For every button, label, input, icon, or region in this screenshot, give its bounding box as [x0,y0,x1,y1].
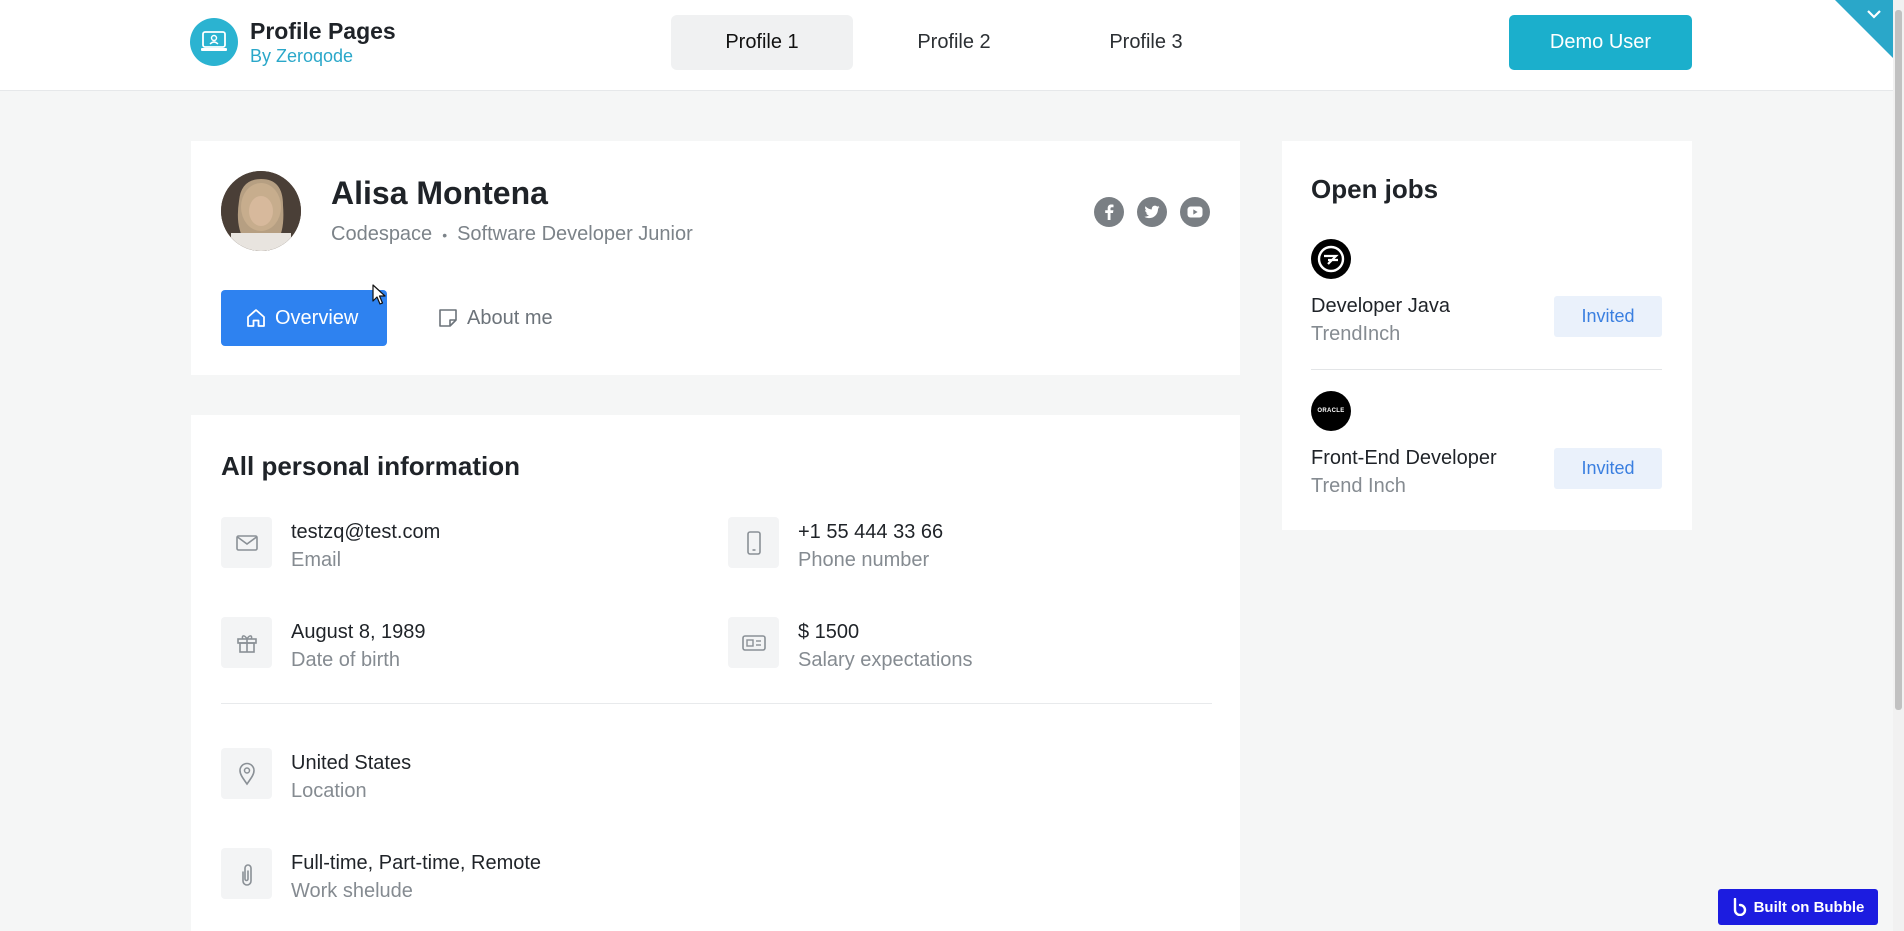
work-schedule-label: Work shelude [291,880,413,902]
tab-profile-1[interactable]: Profile 1 [671,15,853,70]
brand-subtitle: By Zeroqode [250,46,354,66]
info-phone: +1 55 444 33 66 Phone number [728,517,943,575]
laptop-icon [190,18,238,66]
section-title: All personal information [221,451,521,481]
email-label: Email [291,549,342,571]
job-item[interactable]: ORACLE Front-End Developer Trend Inch In… [1311,391,1662,501]
info-location: United States Location [221,748,411,806]
built-on-bubble-badge[interactable]: Built on Bubble [1718,889,1878,925]
scroll-thumb[interactable] [1895,10,1902,710]
status-badge[interactable]: Invited [1554,296,1662,337]
bubble-logo-icon [1733,898,1746,916]
info-birthdate: August 8, 1989 Date of birth [221,617,426,675]
trendinch-logo-icon [1311,239,1351,279]
job-item[interactable]: Developer Java TrendInch Invited [1311,239,1662,349]
personal-info-card: All personal information testzq@test.com… [191,415,1240,931]
birthdate-label: Date of birth [291,649,400,671]
separator: • [442,226,448,243]
home-icon [247,309,265,327]
mouse-cursor-icon [372,284,386,305]
brand-title: Profile Pages [250,18,396,44]
profile-card: Alisa Montena Codespace • Software Devel… [191,141,1240,375]
tab-about-me-label: About me [467,306,553,329]
tab-profile-3[interactable]: Profile 3 [1055,15,1237,70]
profile-company: Codespace [331,223,433,245]
open-jobs-card: Open jobs Developer Java TrendInch Invit… [1282,141,1692,530]
salary-label: Salary expectations [798,649,973,671]
phone-value: +1 55 444 33 66 [798,521,944,543]
social-links [1094,197,1223,227]
birthdate-value: August 8, 1989 [291,621,426,643]
location-label: Location [291,780,367,802]
profile-job-title: Software Developer Junior [457,223,693,245]
jobs-title: Open jobs [1311,174,1439,204]
avatar [221,171,301,251]
facebook-icon[interactable] [1094,197,1124,227]
job-divider [1311,369,1662,370]
youtube-icon[interactable] [1180,197,1210,227]
top-header: Profile Pages By Zeroqode Profile 1 Prof… [0,0,1893,91]
info-work-schedule: Full-time, Part-time, Remote Work shelud… [221,848,541,906]
phone-label: Phone number [798,549,930,571]
profile-name: Alisa Montena [331,175,548,211]
tab-profile-2[interactable]: Profile 2 [863,15,1045,70]
chevron-down-icon[interactable] [1864,4,1884,24]
page-scrollbar[interactable] [1893,0,1904,931]
bubble-badge-label: Built on Bubble [1753,898,1865,916]
email-value: testzq@test.com [291,521,441,543]
oracle-logo-text: ORACLE [1317,408,1345,414]
phone-icon [728,517,779,568]
gift-icon [221,617,272,668]
tab-about-me[interactable]: About me [387,290,553,346]
profile-role: Codespace • Software Developer Junior [331,223,693,246]
location-pin-icon [221,748,272,799]
info-salary: $ 1500 Salary expectations [728,617,973,675]
salary-value: $ 1500 [798,621,860,643]
profile-tabs: Overview About me [221,290,553,346]
demo-user-button[interactable]: Demo User [1509,15,1692,70]
tab-overview[interactable]: Overview [221,290,387,346]
brand[interactable]: Profile Pages By Zeroqode [190,17,396,67]
info-email: testzq@test.com Email [221,517,440,575]
note-icon [439,309,457,327]
work-schedule-value: Full-time, Part-time, Remote [291,852,542,874]
section-divider [221,703,1212,704]
profile-nav: Profile 1 Profile 2 Profile 3 [671,15,1247,70]
money-icon [728,617,779,668]
twitter-icon[interactable] [1137,197,1167,227]
mail-icon [221,517,272,568]
location-value: United States [291,752,412,774]
status-badge[interactable]: Invited [1554,448,1662,489]
oracle-logo-icon: ORACLE [1311,391,1351,431]
tab-overview-label: Overview [275,306,359,329]
clip-icon [221,848,272,899]
